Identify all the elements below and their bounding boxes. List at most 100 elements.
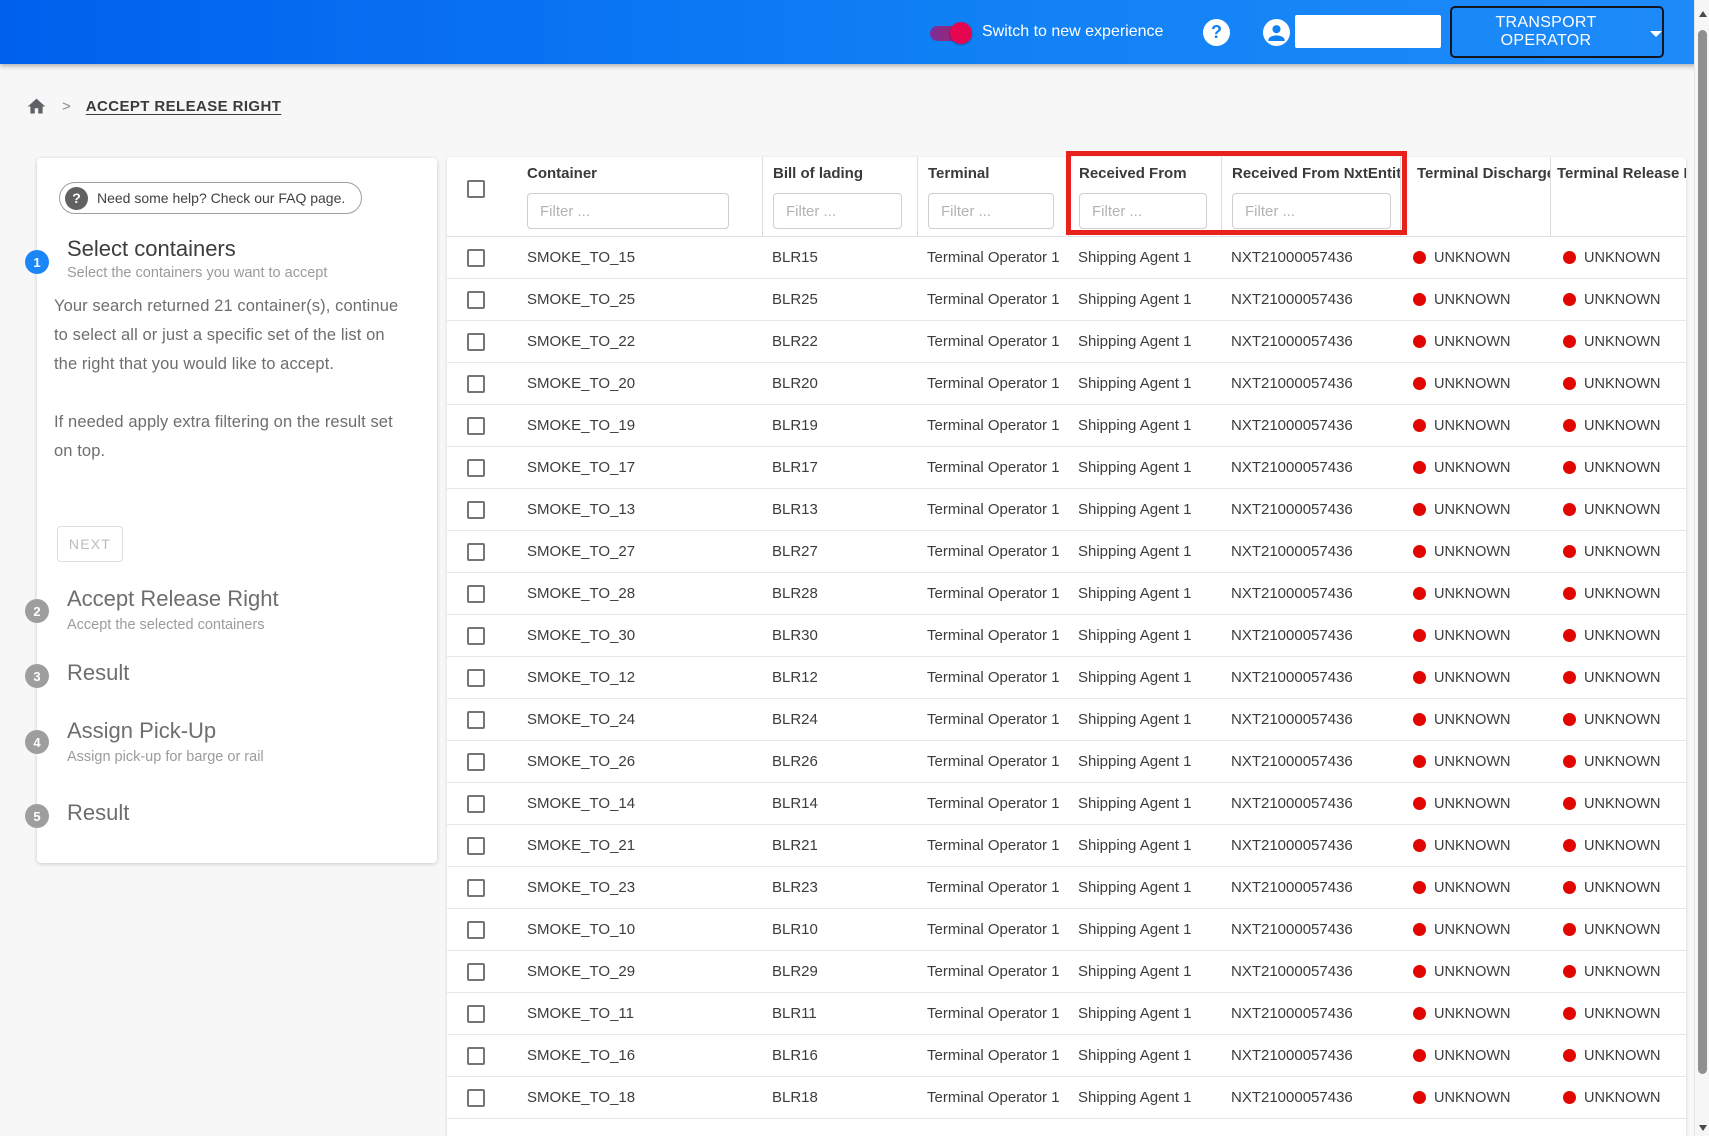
cell-terminal-discharge-light: UNKNOWN — [1400, 376, 1550, 392]
window-scrollbar[interactable] — [1694, 0, 1709, 1136]
cell-terminal-release-light: UNKNOWN — [1550, 1048, 1686, 1064]
row-checkbox-cell — [447, 879, 505, 897]
red-status-dot-icon — [1413, 923, 1426, 936]
filter-container-input[interactable] — [527, 193, 729, 229]
cell-bill-of-lading: BLR29 — [762, 963, 917, 980]
row-checkbox[interactable] — [467, 375, 485, 393]
row-checkbox-cell — [447, 291, 505, 309]
cell-received-from: Shipping Agent 1 — [1068, 1047, 1221, 1064]
cell-container: SMOKE_TO_28 — [505, 585, 762, 602]
cell-received-from-nxt-entity-id: NXT21000057436 — [1221, 585, 1400, 602]
row-checkbox[interactable] — [467, 1089, 485, 1107]
row-checkbox[interactable] — [467, 711, 485, 729]
row-checkbox[interactable] — [467, 921, 485, 939]
filter-nxt-entity-id-input[interactable] — [1232, 193, 1391, 229]
cell-received-from: Shipping Agent 1 — [1068, 627, 1221, 644]
row-checkbox[interactable] — [467, 417, 485, 435]
cell-terminal: Terminal Operator 1 — [917, 795, 1068, 812]
cell-received-from: Shipping Agent 1 — [1068, 501, 1221, 518]
row-checkbox[interactable] — [467, 879, 485, 897]
discharge-status-text: UNKNOWN — [1434, 460, 1511, 476]
new-experience-toggle[interactable] — [930, 22, 970, 44]
release-status-text: UNKNOWN — [1584, 586, 1661, 602]
cell-terminal-discharge-light: UNKNOWN — [1400, 754, 1550, 770]
breadcrumb-current-page[interactable]: ACCEPT RELEASE RIGHT — [86, 98, 282, 115]
select-all-checkbox[interactable] — [467, 180, 485, 198]
cell-bill-of-lading: BLR14 — [762, 795, 917, 812]
cell-container: SMOKE_TO_26 — [505, 753, 762, 770]
help-icon[interactable]: ? — [1203, 19, 1230, 46]
column-received-from-nxt-entity-id: Received From NxtEntityId — [1221, 157, 1400, 236]
cell-terminal: Terminal Operator 1 — [917, 879, 1068, 896]
table-row: SMOKE_TO_12 BLR12 Terminal Operator 1 Sh… — [447, 657, 1686, 699]
red-status-dot-icon — [1413, 713, 1426, 726]
cell-bill-of-lading: BLR22 — [762, 333, 917, 350]
filter-bill-of-lading-input[interactable] — [773, 193, 902, 229]
table-row: SMOKE_TO_21 BLR21 Terminal Operator 1 Sh… — [447, 825, 1686, 867]
cell-received-from-nxt-entity-id: NXT21000057436 — [1221, 711, 1400, 728]
table-row: SMOKE_TO_14 BLR14 Terminal Operator 1 Sh… — [447, 783, 1686, 825]
red-status-dot-icon — [1413, 251, 1426, 264]
release-status-text: UNKNOWN — [1584, 376, 1661, 392]
cell-received-from: Shipping Agent 1 — [1068, 879, 1221, 896]
scrollbar-up-arrow[interactable] — [1695, 6, 1709, 22]
row-checkbox[interactable] — [467, 963, 485, 981]
row-checkbox[interactable] — [467, 585, 485, 603]
cell-container: SMOKE_TO_30 — [505, 627, 762, 644]
row-checkbox[interactable] — [467, 291, 485, 309]
cell-received-from-nxt-entity-id: NXT21000057436 — [1221, 417, 1400, 434]
role-selector-button[interactable]: TRANSPORT OPERATOR — [1450, 6, 1664, 58]
release-status-text: UNKNOWN — [1584, 460, 1661, 476]
cell-terminal-release-light: UNKNOWN — [1550, 418, 1686, 434]
release-status-text: UNKNOWN — [1584, 334, 1661, 350]
faq-help-chip[interactable]: ? Need some help? Check our FAQ page. — [59, 182, 362, 214]
row-checkbox[interactable] — [467, 459, 485, 477]
row-checkbox[interactable] — [467, 753, 485, 771]
release-status-text: UNKNOWN — [1584, 418, 1661, 434]
cell-bill-of-lading: BLR27 — [762, 543, 917, 560]
row-checkbox[interactable] — [467, 669, 485, 687]
red-status-dot-icon — [1563, 545, 1576, 558]
role-selector-label: TRANSPORT OPERATOR — [1452, 14, 1640, 50]
row-checkbox[interactable] — [467, 249, 485, 267]
scrollbar-down-arrow[interactable] — [1695, 1120, 1709, 1136]
wizard-description-1: Your search returned 21 container(s), co… — [54, 292, 406, 379]
cell-terminal-discharge-light: UNKNOWN — [1400, 880, 1550, 896]
row-checkbox-cell — [447, 333, 505, 351]
table-row: SMOKE_TO_30 BLR30 Terminal Operator 1 Sh… — [447, 615, 1686, 657]
cell-received-from-nxt-entity-id: NXT21000057436 — [1221, 753, 1400, 770]
row-checkbox[interactable] — [467, 627, 485, 645]
row-checkbox[interactable] — [467, 837, 485, 855]
release-status-text: UNKNOWN — [1584, 502, 1661, 518]
scrollbar-thumb[interactable] — [1698, 30, 1707, 1074]
red-status-dot-icon — [1563, 1007, 1576, 1020]
row-checkbox[interactable] — [467, 333, 485, 351]
row-checkbox[interactable] — [467, 543, 485, 561]
home-icon[interactable] — [26, 96, 47, 117]
discharge-status-text: UNKNOWN — [1434, 628, 1511, 644]
table-row: SMOKE_TO_20 BLR20 Terminal Operator 1 Sh… — [447, 363, 1686, 405]
row-checkbox[interactable] — [467, 501, 485, 519]
row-checkbox[interactable] — [467, 795, 485, 813]
row-checkbox[interactable] — [467, 1047, 485, 1065]
row-checkbox[interactable] — [467, 1005, 485, 1023]
cell-terminal-release-light: UNKNOWN — [1550, 796, 1686, 812]
red-status-dot-icon — [1563, 1091, 1576, 1104]
discharge-status-text: UNKNOWN — [1434, 544, 1511, 560]
table-row: SMOKE_TO_28 BLR28 Terminal Operator 1 Sh… — [447, 573, 1686, 615]
cell-terminal: Terminal Operator 1 — [917, 291, 1068, 308]
topbar-search-input[interactable] — [1295, 15, 1441, 48]
cell-terminal-release-light: UNKNOWN — [1550, 376, 1686, 392]
release-status-text: UNKNOWN — [1584, 670, 1661, 686]
step-3-title: Result — [67, 660, 129, 686]
cell-terminal-release-light: UNKNOWN — [1550, 754, 1686, 770]
next-button[interactable]: NEXT — [57, 526, 123, 562]
red-status-dot-icon — [1563, 503, 1576, 516]
cell-bill-of-lading: BLR18 — [762, 1089, 917, 1106]
filter-received-from-input[interactable] — [1079, 193, 1207, 229]
red-status-dot-icon — [1413, 587, 1426, 600]
cell-container: SMOKE_TO_14 — [505, 795, 762, 812]
question-mark-icon: ? — [65, 187, 88, 210]
user-account-icon[interactable] — [1263, 19, 1290, 46]
filter-terminal-input[interactable] — [928, 193, 1054, 229]
